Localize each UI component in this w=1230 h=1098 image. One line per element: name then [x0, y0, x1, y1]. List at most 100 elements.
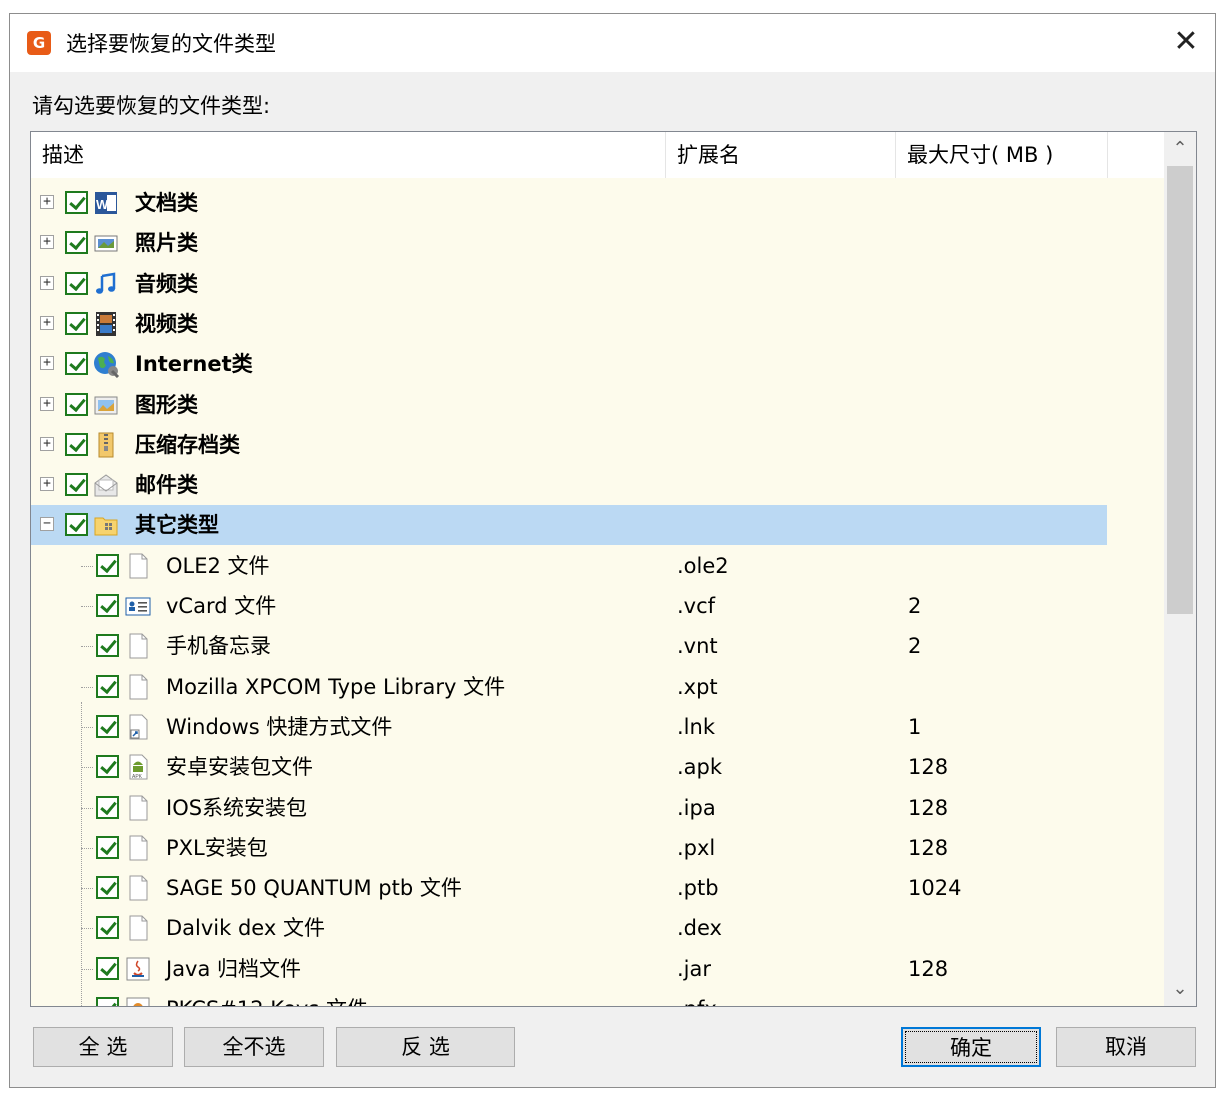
folder-icon: [92, 511, 120, 539]
column-header-extension[interactable]: 扩展名: [666, 132, 896, 178]
window-title: 选择要恢复的文件类型: [66, 32, 276, 56]
expand-toggle[interactable]: +: [40, 275, 54, 290]
category-label: 图形类: [135, 392, 198, 417]
apk-icon: APK: [124, 753, 152, 781]
category-label: 音频类: [135, 271, 198, 296]
file-type-checkbox[interactable]: [96, 997, 119, 1006]
file-type-checkbox[interactable]: [96, 795, 119, 819]
scroll-down-button[interactable]: ⌄: [1164, 972, 1196, 1006]
file-type-checkbox[interactable]: [96, 755, 119, 779]
category-label: 邮件类: [135, 473, 198, 498]
category-checkbox[interactable]: [65, 352, 88, 376]
expand-toggle[interactable]: +: [40, 477, 54, 492]
file-icon: [124, 632, 152, 660]
file-type-row[interactable]: PXL安装包 .pxl 128: [31, 828, 1107, 868]
max-size-value: 2: [908, 594, 922, 618]
tree-branch: [81, 928, 93, 930]
category-checkbox[interactable]: [65, 271, 88, 295]
category-row[interactable]: + 照片类: [31, 223, 1107, 263]
list-rows: + W 文档类 + 照片类 + 音频类 + 视频类 + Internet类 + 图形类 + 压缩存档类 + 邮件…: [31, 178, 1165, 1006]
max-size-value: 128: [908, 956, 949, 981]
category-checkbox[interactable]: [65, 473, 88, 497]
category-row[interactable]: + 压缩存档类: [31, 425, 1107, 465]
file-type-row[interactable]: vCard 文件 .vcf 2: [31, 586, 1107, 626]
file-type-name: 手机备忘录: [166, 634, 271, 659]
file-type-checkbox[interactable]: [96, 916, 119, 940]
max-size-value: 128: [908, 755, 949, 780]
category-row[interactable]: + W 文档类: [31, 183, 1107, 223]
file-type-row[interactable]: 手机备忘录 .vnt 2: [31, 626, 1107, 666]
file-type-checkbox[interactable]: [96, 956, 119, 980]
category-row[interactable]: + 邮件类: [31, 465, 1107, 505]
file-type-row[interactable]: PKCS#12 Keys 文件 .pfx: [31, 989, 1107, 1006]
column-header-description[interactable]: 描述: [31, 132, 666, 178]
cancel-button[interactable]: 取消: [1056, 1027, 1196, 1067]
file-type-list[interactable]: 描述 扩展名 最大尺寸( MB ) + W 文档类 + 照片类 + 音频类 + 视频类 + Inte…: [30, 131, 1197, 1007]
file-type-row[interactable]: Windows 快捷方式文件 .lnk 1: [31, 707, 1107, 747]
expand-toggle[interactable]: +: [40, 436, 54, 451]
category-label: 视频类: [135, 311, 198, 336]
expand-toggle[interactable]: −: [40, 517, 54, 532]
category-checkbox[interactable]: [65, 513, 88, 537]
tree-branch: [81, 968, 93, 970]
max-size-value: 2: [908, 634, 922, 659]
mail-icon: [92, 471, 120, 499]
category-row[interactable]: + 音频类: [31, 264, 1107, 304]
max-size-value: 128: [908, 835, 949, 860]
scroll-thumb[interactable]: [1167, 166, 1193, 614]
file-type-row[interactable]: IOS系统安装包 .ipa 128: [31, 788, 1107, 828]
category-checkbox[interactable]: [65, 231, 88, 255]
expand-toggle[interactable]: +: [40, 195, 54, 209]
max-size-value: 1: [908, 714, 922, 739]
file-type-dialog: G 选择要恢复的文件类型 ✕ 请勾选要恢复的文件类型: 描述 扩展名 最大尺寸(…: [9, 13, 1216, 1088]
file-type-row[interactable]: APK 安卓安装包文件 .apk 128: [31, 747, 1107, 787]
file-type-row[interactable]: Java 归档文件 .jar 128: [31, 949, 1107, 989]
select-all-button[interactable]: 全 选: [33, 1027, 173, 1067]
file-type-checkbox[interactable]: [96, 835, 119, 859]
category-checkbox[interactable]: [65, 432, 88, 456]
category-row[interactable]: + Internet类: [31, 344, 1107, 384]
file-extension: .vnt: [677, 634, 718, 659]
file-type-checkbox[interactable]: [96, 553, 119, 577]
vertical-scrollbar[interactable]: ⌃ ⌄: [1164, 132, 1196, 1006]
file-type-row[interactable]: Mozilla XPCOM Type Library 文件 .xpt: [31, 667, 1107, 707]
file-type-checkbox[interactable]: [96, 634, 119, 658]
category-checkbox[interactable]: [65, 311, 88, 335]
file-type-name: OLE2 文件: [166, 553, 270, 578]
category-row[interactable]: + 图形类: [31, 385, 1107, 425]
tree-branch: [81, 565, 93, 567]
category-checkbox[interactable]: [65, 191, 88, 214]
category-label: 其它类型: [135, 513, 219, 538]
file-type-name: SAGE 50 QUANTUM ptb 文件: [166, 876, 462, 901]
scroll-up-button[interactable]: ⌃: [1164, 132, 1196, 166]
category-row[interactable]: + 视频类: [31, 304, 1107, 344]
category-row[interactable]: − 其它类型: [31, 505, 1107, 546]
title-bar: G 选择要恢复的文件类型 ✕: [10, 14, 1215, 72]
expand-toggle[interactable]: +: [40, 235, 54, 250]
file-type-checkbox[interactable]: [96, 594, 119, 617]
file-type-name: 安卓安装包文件: [166, 755, 313, 780]
file-type-name: PKCS#12 Keys 文件: [166, 989, 368, 1006]
music-icon: [92, 270, 120, 298]
file-type-row[interactable]: OLE2 文件 .ole2: [31, 546, 1107, 586]
category-label: 照片类: [135, 231, 198, 256]
app-logo-icon: G: [27, 31, 51, 55]
expand-toggle[interactable]: +: [40, 396, 54, 411]
file-extension: .ipa: [677, 795, 716, 820]
file-type-checkbox[interactable]: [96, 714, 119, 738]
file-type-row[interactable]: Dalvik dex 文件 .dex: [31, 908, 1107, 948]
graphics-icon: [92, 391, 120, 419]
file-type-row[interactable]: SAGE 50 QUANTUM ptb 文件 .ptb 1024: [31, 868, 1107, 908]
close-button[interactable]: ✕: [1157, 14, 1215, 72]
file-type-checkbox[interactable]: [96, 674, 119, 698]
expand-toggle[interactable]: +: [40, 356, 54, 371]
ok-button[interactable]: 确定: [901, 1027, 1041, 1067]
file-type-name: Java 归档文件: [166, 956, 302, 981]
expand-toggle[interactable]: +: [40, 315, 54, 330]
tree-branch: [81, 726, 93, 728]
select-none-button[interactable]: 全不选: [184, 1027, 324, 1067]
column-header-max-size[interactable]: 最大尺寸( MB ): [896, 132, 1108, 178]
file-type-checkbox[interactable]: [96, 876, 119, 900]
invert-selection-button[interactable]: 反 选: [336, 1027, 515, 1067]
category-checkbox[interactable]: [65, 392, 88, 416]
